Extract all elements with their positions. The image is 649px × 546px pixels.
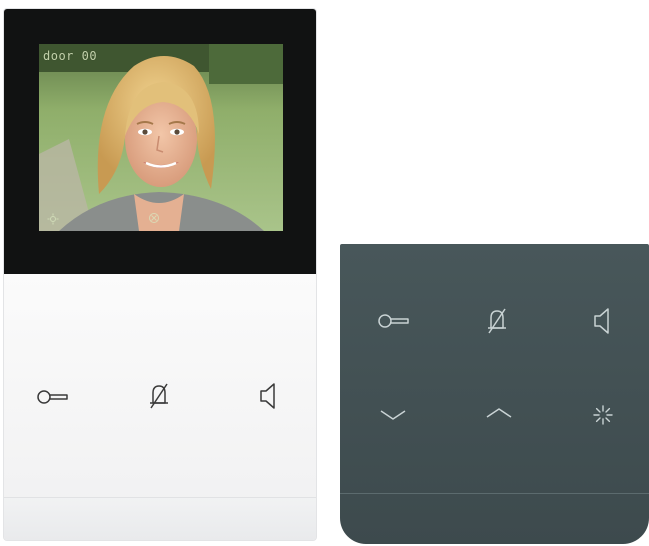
chevron-up-icon — [486, 408, 512, 418]
mute-button[interactable] — [139, 376, 179, 416]
camera-image — [39, 44, 283, 231]
camera-video-feed[interactable]: door 00 — [39, 44, 283, 231]
camera-label: door 00 — [43, 49, 98, 63]
bell-off-icon — [488, 308, 506, 334]
chevron-down-icon — [380, 410, 406, 420]
intercom-product-image: door 00 — [0, 0, 649, 546]
dark-speaker-button[interactable] — [582, 301, 622, 341]
white-keypad — [4, 274, 316, 540]
key-icon — [378, 314, 409, 328]
screen-bezel: door 00 — [4, 9, 316, 274]
white-keypad-footer — [4, 497, 316, 540]
key-icon — [37, 390, 68, 404]
speaker-icon — [260, 383, 275, 409]
door-open-button[interactable] — [34, 377, 74, 417]
video-intercom-monitor: door 00 — [4, 9, 316, 540]
dark-keypad-panel — [340, 244, 649, 544]
dark-keypad-divider — [340, 493, 649, 494]
dark-mute-button[interactable] — [477, 301, 517, 341]
speaker-button[interactable] — [248, 376, 288, 416]
speaker-icon — [594, 308, 609, 334]
target-icon — [149, 213, 159, 223]
dark-light-button[interactable] — [583, 395, 623, 435]
light-icon — [593, 405, 613, 425]
sun-icon — [47, 213, 59, 225]
dark-door-open-button[interactable] — [375, 301, 415, 341]
dark-down-button[interactable] — [373, 395, 413, 435]
dark-up-button[interactable] — [479, 393, 519, 433]
bell-off-icon — [150, 383, 168, 409]
